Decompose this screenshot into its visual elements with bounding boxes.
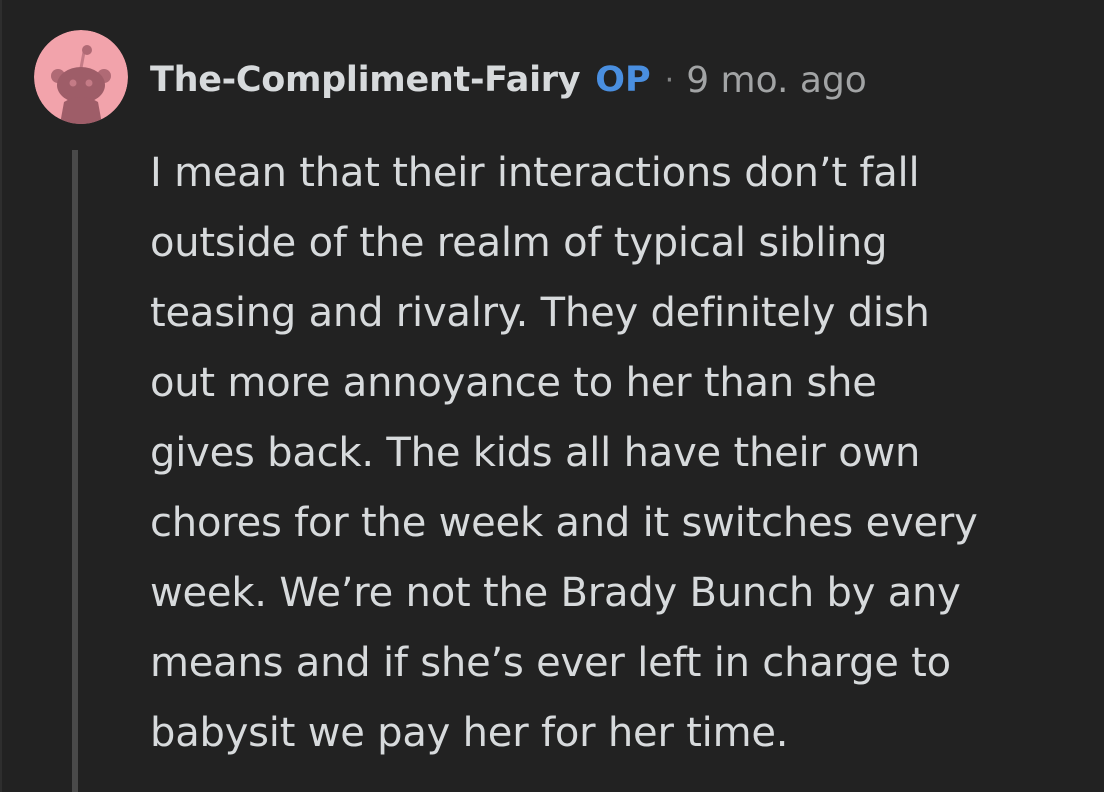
comment-header: The-Compliment-Fairy OP · 9 mo. ago [150,56,867,104]
snoo-avatar-icon[interactable] [34,30,128,124]
comment-line: babysit we pay her for her time. [150,710,789,756]
thread-collapse-line[interactable] [72,150,78,792]
comment-line: means and if she’s ever left in charge t… [150,640,951,686]
op-badge: OP [595,60,651,100]
comment-author[interactable]: The-Compliment-Fairy [150,60,581,100]
meta-separator: · [664,62,675,98]
comment-body: I mean that their interactions don’t fal… [150,138,1070,768]
comment-line: gives back. The kids all have their own [150,430,921,476]
comment-line: week. We’re not the Brady Bunch by any [150,570,961,616]
comment-timestamp[interactable]: 9 mo. ago [686,60,867,101]
comment-line: out more annoyance to her than she [150,360,877,406]
comment-line: I mean that their interactions don’t fal… [150,150,920,196]
comment-line: teasing and rivalry. They definitely dis… [150,290,930,336]
comment-line: outside of the realm of typical sibling [150,220,888,266]
comment-container: The-Compliment-Fairy OP · 9 mo. ago I me… [0,0,1104,792]
comment-line: chores for the week and it switches ever… [150,500,978,546]
